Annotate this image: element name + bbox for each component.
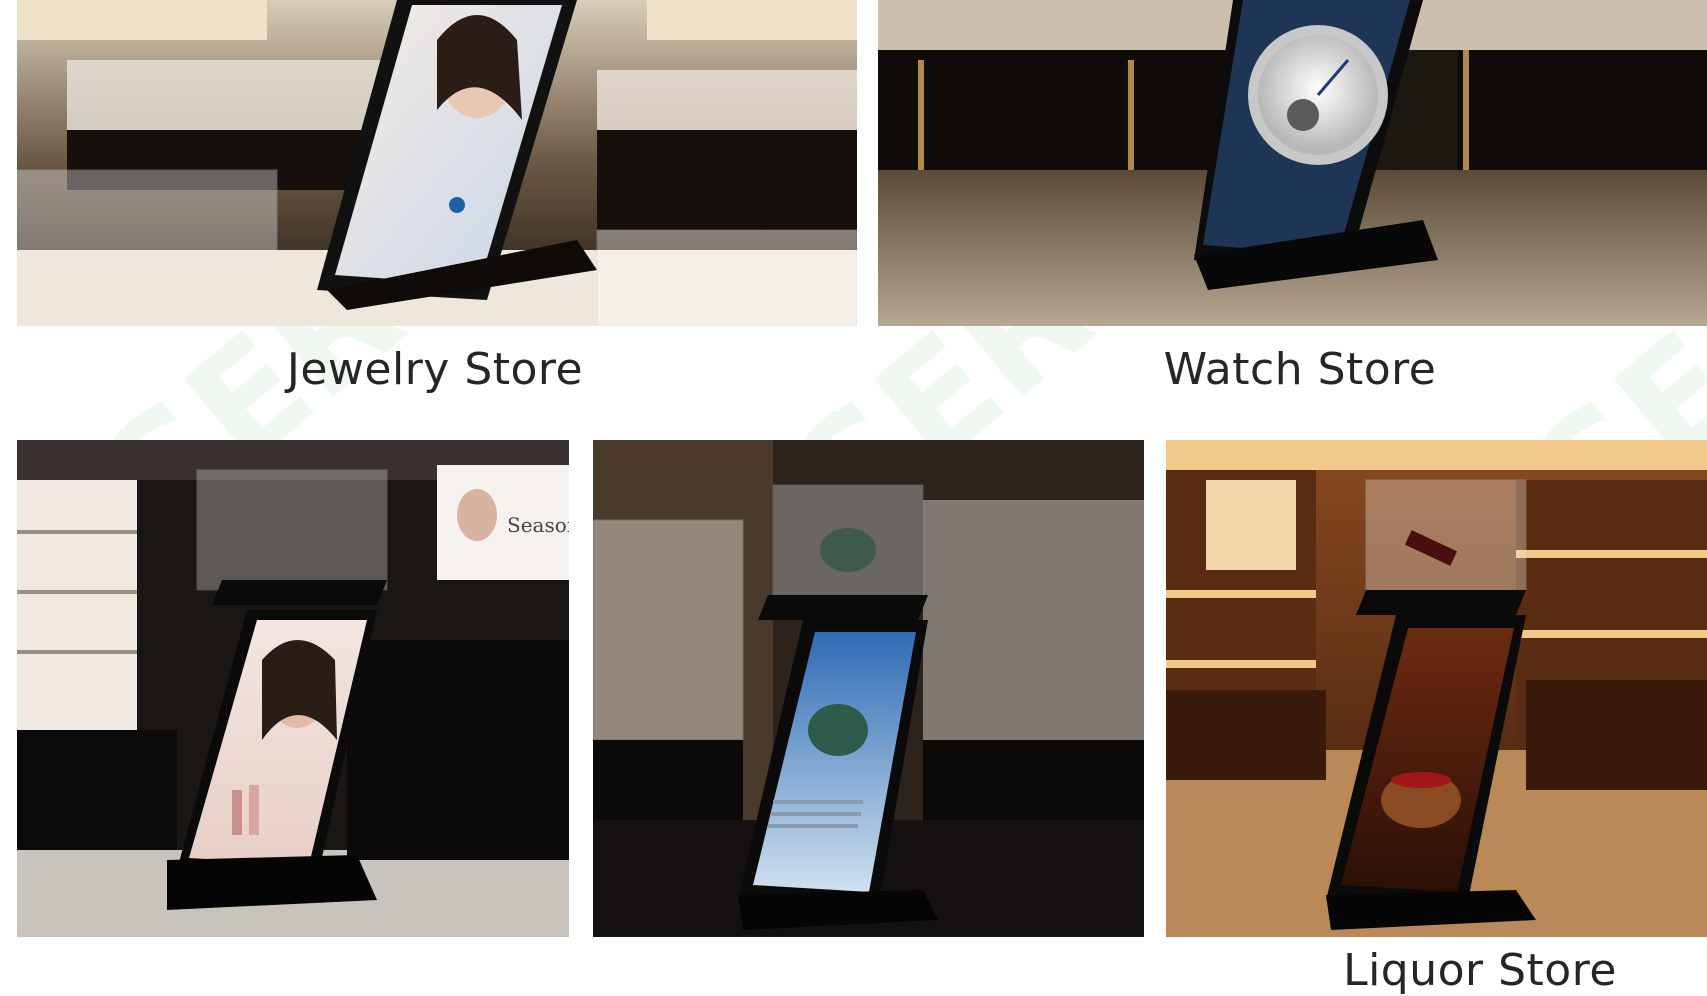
watch-store-photo <box>878 0 1707 326</box>
cosmetics-screen-brand: Season <box>507 513 569 537</box>
watch-store-caption: Watch Store <box>1163 344 1437 395</box>
jewelry-store-photo <box>17 0 857 326</box>
cosmetics-store-photo: Season <box>17 440 569 937</box>
liquor-store-photo <box>1166 440 1707 937</box>
jewelry-store-caption: Jewelry Store <box>286 344 584 395</box>
museum-photo <box>593 440 1144 937</box>
liquor-store-caption: Liquor Store <box>1343 945 1617 996</box>
